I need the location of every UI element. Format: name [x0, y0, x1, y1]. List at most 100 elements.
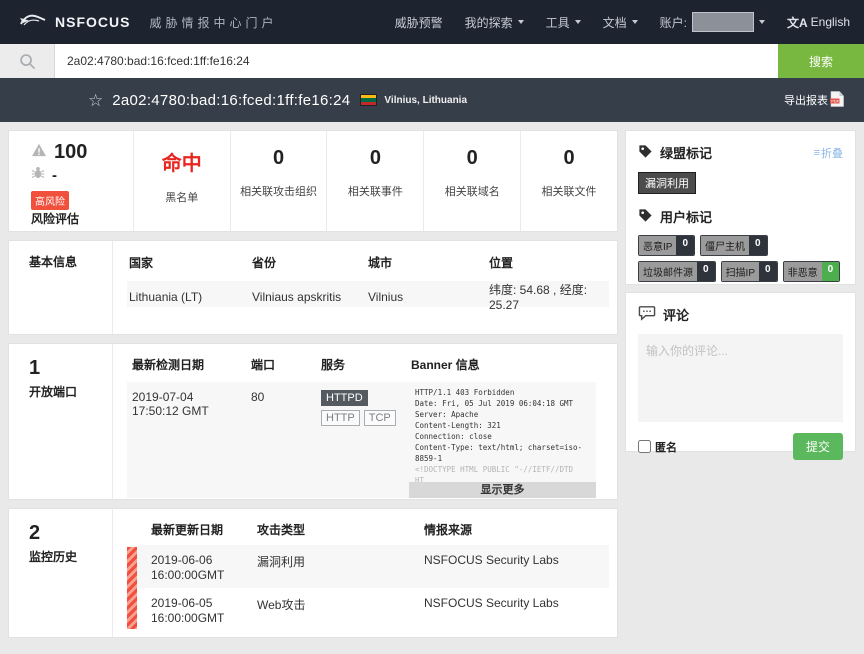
right-column: 绿盟标记 ≡ 折叠 漏洞利用 用户标记 恶意IP — [625, 130, 856, 452]
update-date-cell: 2019-06-05 16:00:00GMT — [127, 596, 257, 631]
stat-label: 相关联域名 — [424, 183, 520, 199]
risk-assessment-label: 风险评估 — [31, 210, 127, 227]
basic-info-section-label: 基本信息 — [9, 241, 113, 334]
user-tag-benign[interactable]: 非恶意 0 — [783, 261, 841, 282]
warning-triangle-icon — [31, 143, 47, 162]
user-tag-spam-source[interactable]: 垃圾邮件源 0 — [638, 261, 716, 282]
stat-label: 相关联事件 — [327, 183, 423, 199]
submit-comment-button[interactable]: 提交 — [793, 433, 843, 460]
high-risk-badge: 高风险 — [31, 191, 69, 210]
lithuania-flag-icon — [360, 94, 377, 106]
stat-related-files: 0 相关联文件 — [521, 131, 617, 231]
collapse-button[interactable]: ≡ 折叠 — [814, 145, 843, 161]
stat-value: 0 — [231, 147, 327, 170]
banner-line: Date: Fri, 05 Jul 2019 06:04:18 GMT — [415, 398, 590, 409]
banner-line: Content-Length: 321 — [415, 420, 590, 431]
column-header: 省份 — [250, 254, 366, 271]
tag-count: 0 — [676, 236, 694, 255]
nsfocus-tags-header: 绿盟标记 ≡ 折叠 — [638, 143, 843, 162]
open-ports-side: 1 开放端口 — [9, 344, 113, 499]
account-dropdown[interactable] — [692, 12, 754, 32]
malware-value: - — [52, 168, 57, 183]
column-header: 国家 — [127, 254, 250, 271]
column-header: 城市 — [366, 254, 487, 271]
basic-info-card: 基本信息 国家 省份 城市 位置 Lithuania (LT) Vilniaus… — [8, 240, 618, 335]
comment-input[interactable] — [638, 334, 843, 422]
port-cell: 80 — [246, 382, 316, 498]
coordinates-cell: 纬度: 54.68 , 经度: 25.27 — [487, 281, 609, 312]
stat-blacklist: 命中 黑名单 — [134, 131, 231, 231]
language-switcher[interactable]: 文A English — [787, 14, 850, 31]
tags-card: 绿盟标记 ≡ 折叠 漏洞利用 用户标记 恶意IP — [625, 130, 856, 285]
favorite-star-icon[interactable]: ☆ — [88, 92, 103, 109]
user-tags-list: 恶意IP 0 僵尸主机 0 垃圾邮件源 0 扫描IP 0 非恶意 0 — [638, 235, 843, 282]
detect-date-cell: 2019-07-04 17:50:12 GMT — [127, 382, 246, 498]
stat-value: 命中 — [134, 147, 230, 176]
attack-type-cell: Web攻击 — [257, 596, 424, 631]
user-tag-scanner-ip[interactable]: 扫描IP 0 — [721, 261, 778, 282]
search-button[interactable]: 搜索 — [778, 44, 864, 78]
table-row: 2019-06-05 16:00:00GMT Web攻击 NSFOCUS Sec… — [127, 588, 609, 631]
date: 2019-06-06 — [151, 553, 257, 568]
service-badge-http: HTTP — [321, 410, 360, 426]
province-cell: Vilniaus apskritis — [250, 290, 366, 304]
column-header: 最新更新日期 — [127, 521, 257, 538]
source-cell: NSFOCUS Security Labs — [424, 596, 609, 631]
basic-info-header-row: 国家 省份 城市 位置 — [127, 254, 609, 281]
comment-footer: 匿名 提交 — [638, 433, 843, 460]
tag-label: 扫描IP — [722, 262, 759, 281]
tag-label: 垃圾邮件源 — [639, 262, 697, 281]
top-nav: 威胁预警 我的探索 工具 文档 账户: 文A English — [395, 12, 850, 32]
open-ports-count: 1 — [29, 358, 108, 378]
portal-title: 威胁情报中心门户 — [149, 14, 277, 31]
export-report-label: 导出报表 — [784, 92, 828, 108]
anonymous-label: 匿名 — [655, 439, 677, 455]
ip-title: 2a02:4780:bad:16:fced:1ff:fe16:24 — [112, 92, 350, 109]
risk-assessment: 100 - 高风险 — [9, 131, 134, 231]
nav-threat-warning[interactable]: 威胁预警 — [395, 14, 443, 31]
stat-label: 相关联文件 — [521, 183, 617, 199]
main-content: 100 - 高风险 — [0, 122, 864, 646]
risk-stripe-bar — [127, 547, 137, 629]
show-more-button[interactable]: 显示更多 — [409, 482, 596, 498]
search-icon — [0, 44, 55, 78]
risk-score: 100 — [54, 142, 87, 162]
search-bar: 搜索 — [0, 44, 864, 78]
monitor-history-side: 2 监控历史 — [9, 509, 113, 637]
anonymous-checkbox[interactable] — [638, 440, 651, 453]
nav-label: 文档 — [603, 14, 627, 31]
banner-info-cell: HTTP/1.1 403 Forbidden Date: Fri, 05 Jul… — [409, 382, 596, 498]
monitor-history-count: 2 — [29, 523, 108, 543]
entity-title-bar: ☆ 2a02:4780:bad:16:fced:1ff:fe16:24 Viln… — [0, 78, 864, 122]
service-badge-httpd: HTTPD — [321, 390, 368, 406]
user-tag-malicious-ip[interactable]: 恶意IP 0 — [638, 235, 695, 256]
brand-home-link[interactable]: NSFOCUS 威胁情报中心门户 — [18, 11, 277, 34]
country-cell: Lithuania (LT) — [127, 290, 250, 304]
open-ports-card: 1 开放端口 最新检测日期 端口 服务 Banner 信息 2019-07-04… — [8, 343, 618, 500]
stat-value: 0 — [327, 147, 423, 170]
nav-documents[interactable]: 文档 — [603, 14, 638, 31]
search-input[interactable] — [55, 44, 778, 78]
stat-label: 相关联攻击组织 — [231, 183, 327, 199]
monitor-history-table: 最新更新日期 攻击类型 情报来源 2019-06-06 16:00:00GMT … — [113, 509, 617, 637]
banner-line: HTTP/1.1 403 Forbidden — [415, 387, 590, 398]
attack-type-cell: 漏洞利用 — [257, 553, 424, 588]
column-header: 情报来源 — [424, 521, 609, 538]
basic-info-table: 国家 省份 城市 位置 Lithuania (LT) Vilniaus apsk… — [113, 241, 617, 334]
nav-tools[interactable]: 工具 — [546, 14, 581, 31]
monitor-history-card: 2 监控历史 最新更新日期 攻击类型 情报来源 2019-06-06 16:00… — [8, 508, 618, 638]
update-date-cell: 2019-06-06 16:00:00GMT — [127, 553, 257, 588]
stat-value: 0 — [521, 147, 617, 170]
nsfocus-tag-exploit[interactable]: 漏洞利用 — [638, 172, 696, 194]
banner-line: Content-Type: text/html; charset=iso- — [415, 442, 590, 453]
nav-my-exploration[interactable]: 我的探索 — [465, 14, 524, 31]
source-cell: NSFOCUS Security Labs — [424, 553, 609, 588]
account-area: 账户: — [660, 12, 765, 32]
tag-icon — [638, 208, 653, 226]
user-tag-zombie-host[interactable]: 僵尸主机 0 — [700, 235, 768, 256]
open-ports-section-label: 开放端口 — [29, 383, 108, 400]
service-cell: HTTPD HTTP TCP — [316, 382, 409, 498]
column-header: Banner 信息 — [409, 356, 596, 373]
export-report-button[interactable]: 导出报表 PDF — [784, 91, 844, 110]
table-row: 2019-07-04 17:50:12 GMT 80 HTTPD HTTP TC… — [127, 382, 596, 498]
